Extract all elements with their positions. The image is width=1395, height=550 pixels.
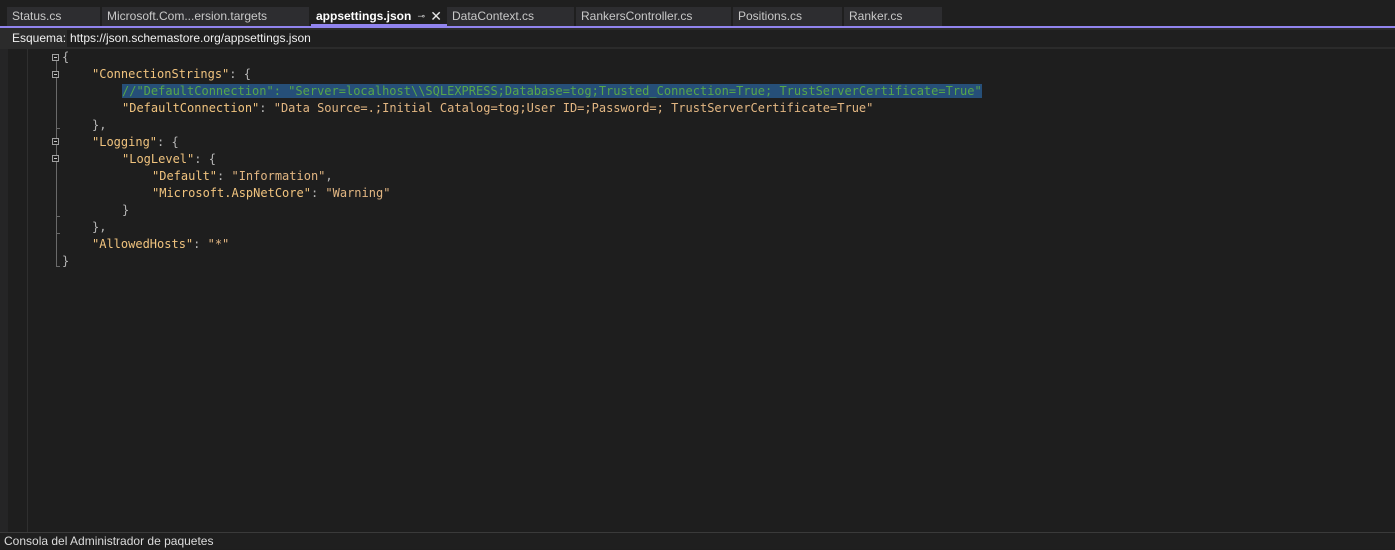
outline-guide (56, 162, 57, 266)
status-label: Consola del Administrador de paquetes (4, 534, 214, 548)
tab-label: RankersController.cs (581, 9, 693, 23)
tab-ranker-cs[interactable]: Ranker.cs (844, 7, 942, 26)
outline-guide-end (56, 233, 60, 234)
tab-label: Status.cs (12, 9, 62, 23)
outline-guide-end (56, 128, 60, 129)
document-tab-strip: Status.cs Microsoft.Com...ersion.targets… (0, 0, 1395, 27)
tab-label: Microsoft.Com...ersion.targets (107, 9, 268, 23)
tab-appsettings-json[interactable]: appsettings.json ⊸ ✕ (311, 7, 447, 26)
collapse-icon[interactable] (52, 138, 59, 145)
tab-label: Positions.cs (738, 9, 803, 23)
code-line-7: "LogLevel": { (122, 152, 216, 166)
package-manager-console-tab[interactable]: Consola del Administrador de paquetes (0, 532, 1395, 549)
outline-guide-end (56, 266, 60, 267)
code-line-12: "AllowedHosts": "*" (92, 237, 230, 251)
outline-guide-end (56, 216, 60, 217)
code-line-2: "ConnectionStrings": { (92, 67, 251, 81)
tab-status-cs[interactable]: Status.cs (7, 7, 100, 26)
code-line-3-comment: //"DefaultConnection": "Server=localhost… (122, 84, 982, 98)
collapse-icon[interactable] (52, 71, 59, 78)
code-line-6: "Logging": { (92, 135, 179, 149)
outline-guide (56, 78, 57, 138)
outline-guide (56, 61, 57, 71)
schema-url-field[interactable]: https://json.schemastore.org/appsettings… (67, 30, 1395, 47)
code-line-9: "Microsoft.AspNetCore": "Warning" (152, 186, 391, 200)
tab-rankerscontroller-cs[interactable]: RankersController.cs (576, 7, 731, 26)
close-icon[interactable]: ✕ (430, 7, 442, 24)
code-line-11: }, (92, 220, 107, 234)
tab-label: appsettings.json (316, 9, 412, 23)
collapse-icon[interactable] (52, 155, 59, 162)
schema-label: Esquema: (12, 31, 67, 45)
code-line-13: } (62, 254, 70, 268)
tab-label: DataContext.cs (452, 9, 535, 23)
outline-guide (56, 145, 57, 155)
collapse-icon[interactable] (52, 54, 59, 61)
tab-microsoft-targets[interactable]: Microsoft.Com...ersion.targets (102, 7, 309, 26)
pin-icon[interactable]: ⊸ (417, 7, 425, 24)
tab-positions-cs[interactable]: Positions.cs (733, 7, 842, 26)
tab-label: Ranker.cs (849, 9, 903, 23)
editor-left-margin (0, 49, 8, 532)
code-editor[interactable]: { "ConnectionStrings": { //"DefaultConne… (0, 49, 1395, 532)
code-line-5: }, (92, 118, 107, 132)
gutter-divider (27, 49, 28, 532)
schema-bar: Esquema: https://json.schemastore.org/ap… (0, 28, 1395, 49)
tab-datacontext-cs[interactable]: DataContext.cs (447, 7, 574, 26)
code-line-4: "DefaultConnection": "Data Source=.;Init… (122, 101, 874, 115)
code-line-1: { (62, 50, 70, 64)
code-line-10: } (122, 203, 130, 217)
code-line-8: "Default": "Information", (152, 169, 333, 183)
